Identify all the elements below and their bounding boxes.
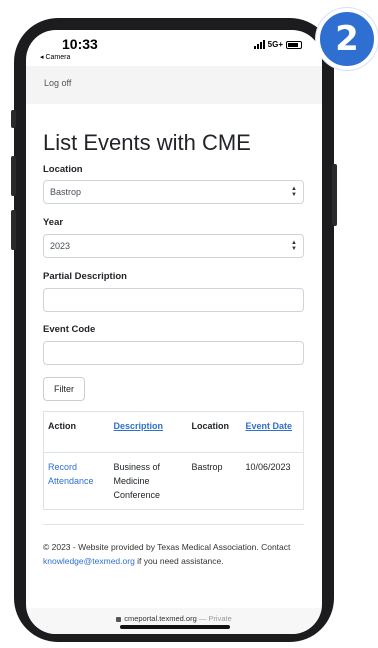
status-indicators: 5G+ [253,40,302,49]
page-title: List Events with CME [43,130,251,155]
cell-event-date: 10/06/2023 [241,452,304,510]
status-bar: 10:33 ◂ Camera 5G+ [26,30,322,66]
home-indicator[interactable] [120,625,230,629]
header-description[interactable]: Description [109,411,188,453]
signal-icon [253,40,265,49]
event-code-input[interactable] [43,341,304,365]
event-code-label: Event Code [43,324,96,335]
phone-screen: 10:33 ◂ Camera 5G+ Log off List Events w… [26,30,322,634]
year-select[interactable]: 2023 ▲ ▼ [43,234,304,258]
sort-description-link[interactable]: Description [114,421,164,431]
browser-url-bar[interactable]: cmeportal.texmed.org — Private [26,608,322,634]
top-nav-bar: Log off [26,66,322,104]
select-arrows-icon: ▲ ▼ [291,240,297,252]
cell-location: Bastrop [187,452,242,510]
cell-action: Record Attendance [43,452,110,510]
partial-description-label: Partial Description [43,271,127,282]
year-select-value: 2023 [50,241,71,251]
silent-switch [11,110,16,128]
footer-text-before: © 2023 - Website provided by Texas Medic… [43,542,291,552]
private-label: — Private [198,614,232,623]
footer-text-after: if you need assistance. [134,556,224,566]
year-label: Year [43,217,64,228]
footer-divider [43,524,304,525]
logoff-link[interactable]: Log off [44,78,71,88]
lock-icon [116,616,122,622]
volume-down-button [11,210,16,250]
url-text: cmeportal.texmed.org [124,614,197,623]
sort-event-date-link[interactable]: Event Date [246,421,293,431]
status-time: 10:33 [62,36,98,52]
events-table: Action Description Location Event Date R… [43,411,304,510]
location-label: Location [43,164,83,175]
location-select-value: Bastrop [50,187,82,197]
header-action: Action [43,411,110,453]
back-to-camera-link[interactable]: ◂ Camera [40,53,70,61]
table-row: Record Attendance Business of Medicine C… [43,452,304,510]
power-button [332,164,337,226]
network-type: 5G+ [267,40,283,49]
footer-text: © 2023 - Website provided by Texas Medic… [43,540,309,568]
record-attendance-link[interactable]: Record Attendance [48,462,94,486]
select-arrows-icon: ▲ ▼ [291,186,297,198]
cell-description: Business of Medicine Conference [109,452,188,510]
location-select[interactable]: Bastrop ▲ ▼ [43,180,304,204]
partial-description-input[interactable] [43,288,304,312]
header-location: Location [187,411,242,453]
header-event-date[interactable]: Event Date [241,411,304,453]
volume-up-button [11,156,16,196]
filter-button[interactable]: Filter [43,377,85,401]
contact-email-link[interactable]: knowledge@texmed.org [43,556,135,566]
step-badge: 2 [316,8,378,70]
battery-icon [286,40,302,49]
table-header-row: Action Description Location Event Date [43,411,304,453]
